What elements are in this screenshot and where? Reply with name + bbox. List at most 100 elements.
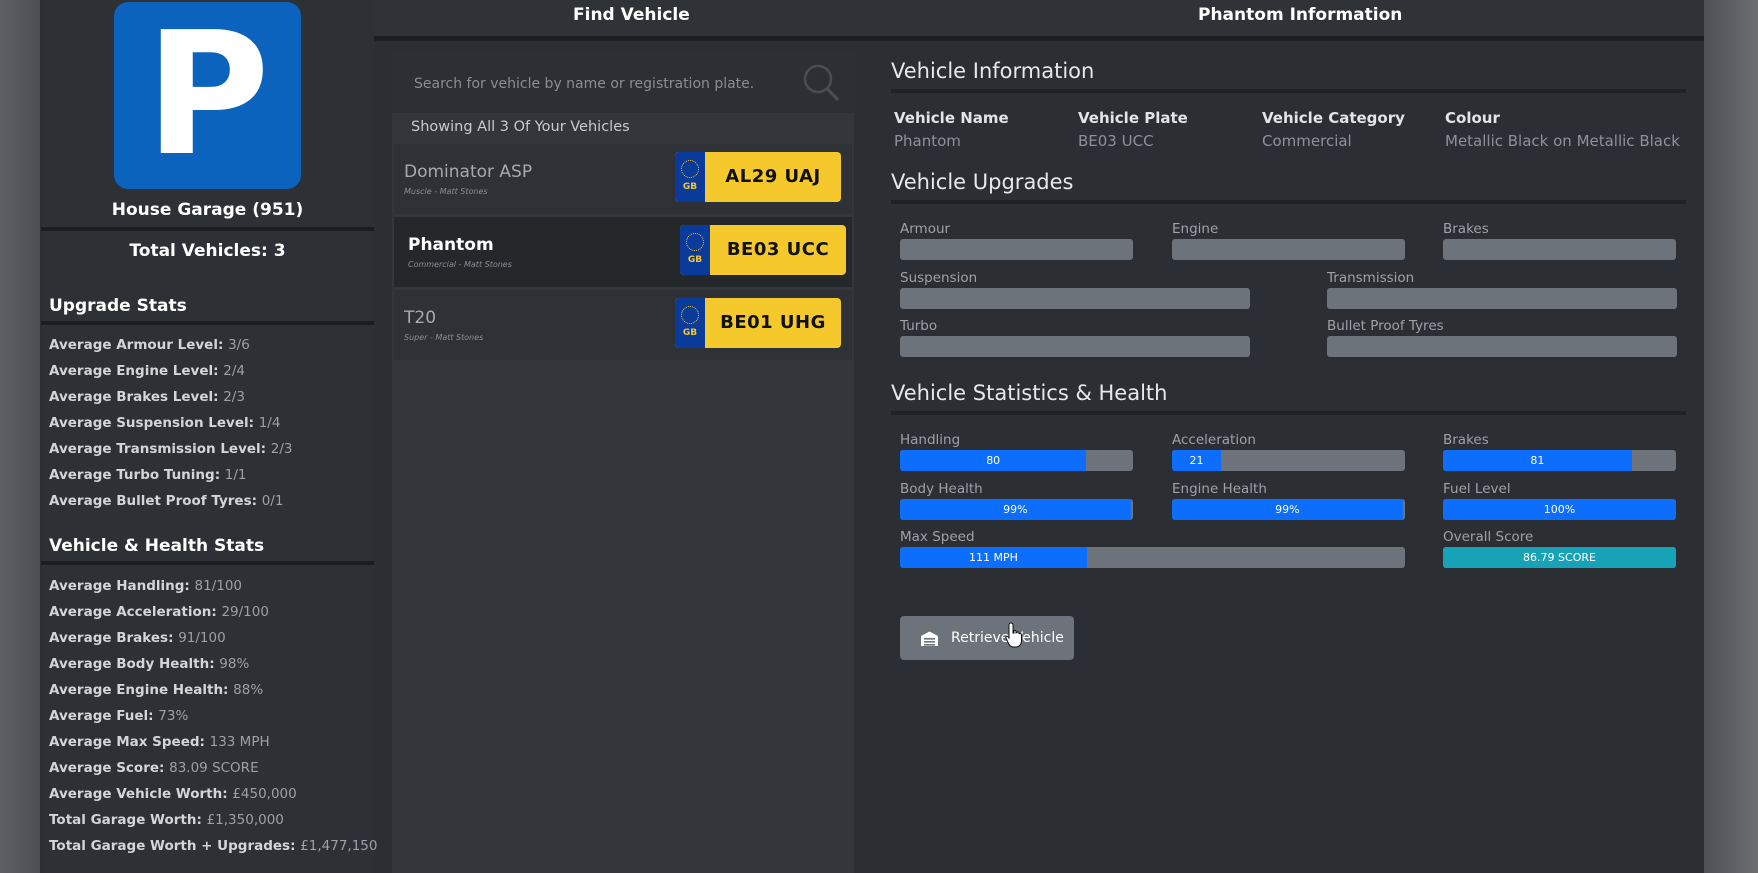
body-health-value: 99%: [1003, 503, 1028, 516]
plate-number: BE03 UCC: [726, 239, 830, 260]
bullet-proof-tyres-label: Bullet Proof Tyres: [1327, 318, 1444, 334]
stat-row: Average Armour Level: 3/6: [49, 337, 250, 353]
engine-label: Engine: [1172, 221, 1219, 237]
total-vehicles: Total Vehicles: 3: [129, 241, 286, 261]
health-stats-list: Average Handling: 81/100 Average Acceler…: [49, 573, 377, 859]
engine-upgrade-bar: [1172, 239, 1405, 260]
upgrade-stats-title: Upgrade Stats: [49, 296, 187, 316]
vehicle-plate-label: Vehicle Plate: [1078, 109, 1188, 127]
colour-value: Metallic Black on Metallic Black: [1445, 132, 1680, 150]
licence-plate: GB BE01 UHG: [675, 298, 841, 348]
armour-upgrade-bar: [900, 239, 1133, 260]
stat-row: Average Transmission Level: 2/3: [49, 441, 293, 457]
vehicle-list-item-selected[interactable]: Phantom Commercial - Matt Stones GB BE03…: [394, 217, 852, 287]
vehicle-info-title: Phantom Information: [1198, 5, 1403, 25]
stat-row: Total Garage Worth: £1,350,000: [49, 812, 284, 828]
find-vehicle-title: Find Vehicle: [573, 5, 690, 25]
plate-country: GB: [687, 255, 703, 265]
turbo-upgrade-bar: [900, 336, 1250, 357]
stat-row: Average Fuel: 73%: [49, 708, 189, 724]
vehicle-name: Phantom: [408, 235, 494, 255]
health-stats-title: Vehicle & Health Stats: [49, 536, 265, 556]
stat-row: Average Vehicle Worth: £450,000: [49, 786, 297, 802]
vehicle-name: T20: [404, 308, 437, 328]
search-icon[interactable]: [802, 63, 840, 103]
brakes-value: 81: [1530, 454, 1545, 467]
max-speed-value: 111 MPH: [968, 551, 1018, 564]
find-vehicle-column: Showing All 3 Of Your Vehicles Dominator…: [392, 51, 854, 873]
suspension-label: Suspension: [900, 270, 978, 286]
suspension-upgrade-bar: [900, 288, 1250, 309]
max-speed-label: Max Speed: [900, 529, 975, 545]
top-header: Find Vehicle Phantom Information: [374, 0, 1704, 41]
colour-label: Colour: [1445, 109, 1500, 127]
brakes-bar: 81: [1443, 450, 1676, 471]
transmission-label: Transmission: [1327, 270, 1415, 286]
licence-plate: GB BE03 UCC: [680, 225, 846, 275]
garage-sidebar: P House Garage (951) Total Vehicles: 3 U…: [41, 0, 377, 873]
upgrade-stats-list: Average Armour Level: 3/6 Average Engine…: [49, 332, 293, 514]
divider: [41, 561, 374, 565]
vehicle-name-value: Phantom: [894, 132, 961, 150]
max-speed-bar: 111 MPH: [900, 547, 1405, 568]
brakes-upgrade-bar: [1443, 239, 1676, 260]
fuel-level-value: 100%: [1543, 503, 1576, 516]
divider: [891, 200, 1686, 204]
vehicle-count-text: Showing All 3 Of Your Vehicles: [411, 119, 630, 135]
vehicle-stats-heading: Vehicle Statistics & Health: [891, 381, 1168, 405]
eu-stars-icon: [681, 160, 699, 178]
transmission-upgrade-bar: [1327, 288, 1677, 309]
stat-row: Average Bullet Proof Tyres: 0/1: [49, 493, 284, 509]
vehicle-subtitle: Muscle - Matt Stones: [404, 187, 488, 196]
search-input[interactable]: [412, 71, 796, 97]
search-bar: [392, 51, 854, 113]
fuel-level-bar: 100%: [1443, 499, 1676, 520]
turbo-label: Turbo: [900, 318, 938, 334]
vehicle-upgrades-heading: Vehicle Upgrades: [891, 170, 1074, 194]
vehicle-name-label: Vehicle Name: [894, 109, 1009, 127]
stat-row: Average Score: 83.09 SCORE: [49, 760, 259, 776]
garage-icon: [921, 631, 938, 646]
overall-score-bar: 86.79 SCORE: [1443, 547, 1676, 568]
vehicle-information-heading: Vehicle Information: [891, 59, 1095, 83]
parking-logo-icon: P: [114, 2, 301, 189]
overall-score-value: 86.79 SCORE: [1523, 551, 1596, 564]
plate-number: AL29 UAJ: [725, 166, 821, 187]
fuel-level-label: Fuel Level: [1443, 481, 1511, 497]
eu-stars-icon: [681, 306, 699, 324]
stat-row: Average Suspension Level: 1/4: [49, 415, 281, 431]
stat-row: Average Brakes Level: 2/3: [49, 389, 245, 405]
retrieve-vehicle-button[interactable]: Retrieve Vehicle: [900, 616, 1074, 660]
engine-health-value: 99%: [1275, 503, 1300, 516]
handling-bar: 80: [900, 450, 1133, 471]
vehicle-list-item[interactable]: Dominator ASP Muscle - Matt Stones GB AL…: [394, 144, 852, 214]
vehicle-plate-value: BE03 UCC: [1078, 132, 1154, 150]
garage-name: House Garage (951): [111, 200, 304, 220]
vehicle-category-label: Vehicle Category: [1262, 109, 1405, 127]
engine-health-bar: 99%: [1172, 499, 1405, 520]
vehicle-category-value: Commercial: [1262, 132, 1352, 150]
vehicle-subtitle: Commercial - Matt Stones: [408, 260, 512, 269]
brakes-label: Brakes: [1443, 221, 1489, 237]
engine-health-label: Engine Health: [1172, 481, 1267, 497]
acceleration-value: 21: [1189, 454, 1204, 467]
armour-label: Armour: [900, 221, 951, 237]
acceleration-label: Acceleration: [1172, 432, 1256, 448]
bullet-proof-tyres-upgrade-bar: [1327, 336, 1677, 357]
licence-plate: GB AL29 UAJ: [675, 152, 841, 202]
plate-number: BE01 UHG: [720, 312, 826, 333]
brakes-stat-label: Brakes: [1443, 432, 1489, 448]
stat-row: Average Handling: 81/100: [49, 578, 243, 594]
body-health-bar: 99%: [900, 499, 1133, 520]
overall-score-label: Overall Score: [1443, 529, 1534, 545]
stat-row: Average Max Speed: 133 MPH: [49, 734, 270, 750]
plate-country: GB: [682, 182, 698, 192]
body-health-label: Body Health: [900, 481, 983, 497]
vehicle-name: Dominator ASP: [404, 162, 533, 182]
stat-row: Average Brakes: 91/100: [49, 630, 226, 646]
stat-row: Average Engine Level: 2/4: [49, 363, 245, 379]
vehicle-list-item[interactable]: T20 Super - Matt Stones GB BE01 UHG: [394, 290, 852, 360]
divider: [41, 227, 374, 231]
eu-stars-icon: [686, 233, 704, 251]
plate-country: GB: [682, 328, 698, 338]
